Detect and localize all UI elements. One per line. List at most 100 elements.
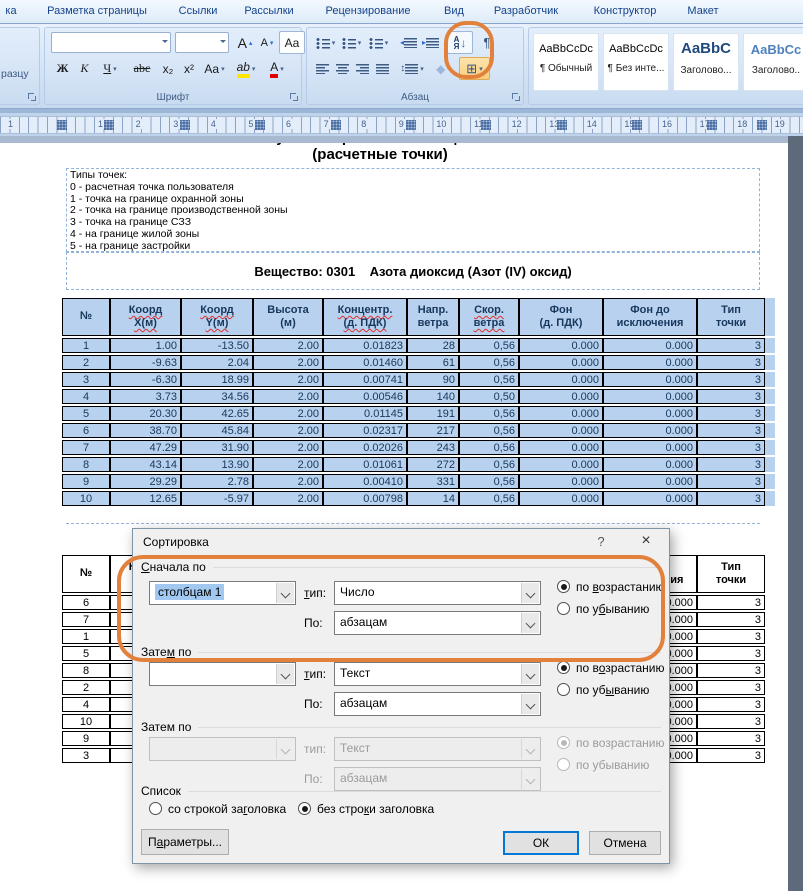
- table-column-marker-icon[interactable]: [104, 120, 114, 130]
- chevron-down-icon: [276, 739, 294, 759]
- table-column-marker-icon[interactable]: [331, 120, 341, 130]
- increase-indent-button[interactable]: ▸: [419, 31, 442, 54]
- descending-radio[interactable]: по убыванию: [557, 601, 649, 616]
- decrease-indent-button[interactable]: ◂: [397, 31, 420, 54]
- style-normal[interactable]: AaBbCcDc¶ Обычный: [533, 33, 599, 91]
- table-cell: 0.00546: [323, 389, 407, 404]
- ascending-radio-2[interactable]: по возрастанию: [557, 660, 665, 675]
- font-color-button[interactable]: А▾: [262, 57, 292, 80]
- font-size-combo[interactable]: [175, 32, 229, 53]
- table-column-marker-icon[interactable]: [707, 120, 717, 130]
- subscript-button[interactable]: x₂: [157, 57, 179, 80]
- options-button[interactable]: Параметры...: [141, 829, 229, 855]
- table-cell: 12.65: [110, 491, 181, 506]
- help-icon[interactable]: ?: [591, 534, 611, 552]
- sort-az-icon: АЯ: [454, 36, 460, 50]
- sort-using-combo[interactable]: абзацам: [334, 611, 541, 635]
- sort-type-combo[interactable]: Число: [334, 581, 541, 605]
- style-heading1[interactable]: AaBbCЗаголово...: [673, 33, 739, 91]
- clear-formatting-button[interactable]: Aa: [279, 31, 305, 54]
- table-cell: 0.000: [519, 440, 603, 455]
- change-case-button[interactable]: Aa▾: [200, 57, 229, 80]
- table-cell: 47.29: [110, 440, 181, 455]
- table-column-marker-icon[interactable]: [255, 120, 265, 130]
- table-cell: 8: [62, 457, 110, 472]
- no-header-row-radio[interactable]: без строки заголовка: [298, 801, 434, 816]
- tab-insert-partial[interactable]: ка: [0, 0, 22, 22]
- sort-by-field-combo[interactable]: столбцам 1: [149, 581, 296, 605]
- superscript-button[interactable]: x²: [178, 57, 200, 80]
- style-heading2[interactable]: AaBbCcЗаголово..: [743, 33, 803, 91]
- bold-button[interactable]: Ж: [51, 57, 74, 80]
- table-cell: -6.30: [110, 372, 181, 387]
- line-spacing-button[interactable]: ↕▾: [397, 57, 427, 80]
- numbering-button[interactable]: ▾: [338, 31, 365, 54]
- show-marks-button[interactable]: ¶: [475, 31, 499, 54]
- chevron-down-icon: [521, 769, 539, 789]
- radio-icon: [557, 602, 570, 615]
- dialog-launcher-icon[interactable]: [511, 92, 521, 102]
- table-row: 2-9.632.042.000.01460610,560.0000.0003: [62, 355, 775, 370]
- tab-page-layout[interactable]: Разметка страницы: [36, 0, 158, 22]
- table-cell: 2.04: [181, 355, 253, 370]
- table-cell: 0.000: [603, 389, 697, 404]
- multilevel-list-button[interactable]: ▾: [364, 31, 393, 54]
- chevron-down-icon[interactable]: [276, 664, 294, 684]
- borders-button[interactable]: ⊞▾: [459, 57, 490, 80]
- chevron-down-icon[interactable]: [521, 613, 539, 633]
- shading-button[interactable]: ◆▾: [429, 57, 458, 80]
- table-column-marker-icon[interactable]: [757, 120, 767, 130]
- sort-button[interactable]: АЯ ↓: [447, 31, 473, 54]
- table-column-marker-icon[interactable]: [406, 120, 416, 130]
- then-by-group-1-label: Затем по: [141, 645, 198, 659]
- header-row-radio[interactable]: со строкой заголовка: [149, 801, 286, 816]
- tab-table-design[interactable]: Конструктор: [582, 0, 668, 22]
- descending-radio-2[interactable]: по убыванию: [557, 682, 649, 697]
- ruler[interactable]: 112345678910111213141516171819: [0, 113, 803, 136]
- align-left-button[interactable]: [312, 57, 333, 80]
- style-no-spacing[interactable]: AaBbCcDc¶ Без инте...: [603, 33, 669, 91]
- text-highlight-button[interactable]: ab▾: [231, 57, 261, 80]
- cancel-button[interactable]: Отмена: [589, 831, 661, 855]
- table-cell: 217: [407, 423, 459, 438]
- close-icon[interactable]: ×: [633, 532, 659, 552]
- chevron-down-icon[interactable]: [276, 583, 294, 603]
- tab-review[interactable]: Рецензирование: [314, 0, 422, 22]
- underline-button[interactable]: Ч▾: [95, 57, 125, 80]
- chevron-down-icon[interactable]: [521, 694, 539, 714]
- table-column-marker-icon[interactable]: [557, 120, 567, 130]
- ok-button[interactable]: ОК: [503, 831, 579, 855]
- italic-button[interactable]: К: [73, 57, 96, 80]
- tab-references[interactable]: Ссылки: [170, 0, 226, 22]
- align-right-button[interactable]: [352, 57, 373, 80]
- then-by-field-combo-1[interactable]: [149, 662, 296, 686]
- tab-developer[interactable]: Разработчик: [482, 0, 570, 22]
- justify-button[interactable]: [372, 57, 393, 80]
- then-by-type-combo-1[interactable]: Текст: [334, 662, 541, 686]
- table-column-marker-icon[interactable]: [180, 120, 190, 130]
- type-label: тип:: [304, 586, 326, 600]
- table-header-cell: Высота (м): [253, 298, 323, 336]
- table-cell: 191: [407, 406, 459, 421]
- bullets-button[interactable]: ▾: [312, 31, 339, 54]
- table-column-marker-icon[interactable]: [632, 120, 642, 130]
- table-cell: 61: [407, 355, 459, 370]
- paragraph-group: ▾ ▾ ▾ ◂ ▸ АЯ ↓ ¶ ↕▾ ◆▾ ⊞▾ Абзац: [306, 27, 524, 105]
- tab-view[interactable]: Вид: [436, 0, 472, 22]
- strikethrough-button[interactable]: abc: [127, 57, 157, 80]
- grow-font-button[interactable]: А▴: [233, 31, 257, 54]
- dialog-launcher-icon[interactable]: [289, 92, 299, 102]
- table-cell: 38.70: [110, 423, 181, 438]
- ascending-radio[interactable]: по возрастанию: [557, 579, 665, 594]
- table-column-marker-icon[interactable]: [57, 120, 67, 130]
- dialog-launcher-icon[interactable]: [27, 92, 37, 102]
- chevron-down-icon[interactable]: [521, 664, 539, 684]
- chevron-down-icon[interactable]: [521, 583, 539, 603]
- shrink-font-button[interactable]: А▾: [256, 31, 278, 54]
- align-center-button[interactable]: [332, 57, 353, 80]
- tab-table-layout[interactable]: Макет: [678, 0, 728, 22]
- tab-mailings[interactable]: Рассылки: [236, 0, 302, 22]
- table-column-marker-icon[interactable]: [481, 120, 491, 130]
- then-by-using-combo-1[interactable]: абзацам: [334, 692, 541, 716]
- font-name-combo[interactable]: [51, 32, 171, 53]
